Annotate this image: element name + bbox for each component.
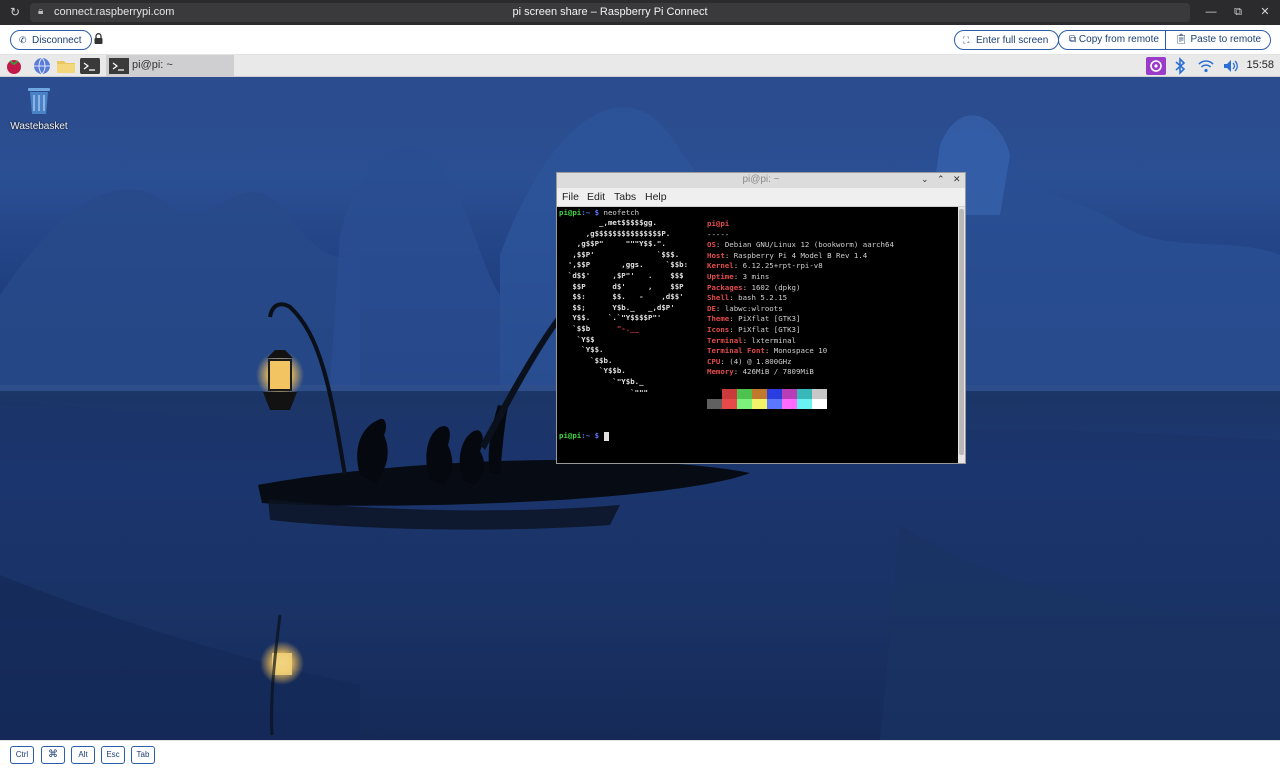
menu-edit[interactable]: Edit bbox=[587, 191, 605, 203]
taskbar: pi@pi: ~ 15:58 bbox=[0, 55, 1280, 77]
paste-to-remote-label: Paste to remote bbox=[1190, 34, 1262, 45]
wastebasket-label: Wastebasket bbox=[10, 121, 68, 132]
color-swatch bbox=[767, 399, 782, 409]
terminal-menubar: File Edit Tabs Help bbox=[557, 188, 965, 207]
terminal-window[interactable]: pi@pi: ~ ⌄ ⌃ ✕ File Edit Tabs Help pi@pi… bbox=[556, 172, 966, 464]
color-swatch bbox=[737, 389, 752, 399]
copy-from-remote-label: Copy from remote bbox=[1078, 34, 1159, 45]
system-info: pi@pi ----- OS: Debian GNU/Linux 12 (boo… bbox=[707, 219, 894, 377]
connect-tray-icon[interactable] bbox=[1146, 57, 1166, 75]
clock: 15:58 bbox=[1246, 59, 1274, 71]
trash-icon bbox=[28, 88, 50, 114]
color-swatch bbox=[722, 389, 737, 399]
secure-lock-icon bbox=[94, 33, 103, 44]
remote-desktop[interactable]: pi@pi: ~ 15:58 Wastebasket pi@pi: ~ ⌄ ⌃ … bbox=[0, 55, 1280, 740]
esc-key[interactable]: Esc bbox=[101, 746, 125, 764]
wastebasket-desktop-icon[interactable]: Wastebasket bbox=[8, 85, 70, 132]
terminal-launcher-icon[interactable] bbox=[80, 57, 100, 75]
paste-to-remote-button[interactable]: 📋︎ Paste to remote bbox=[1175, 31, 1261, 49]
terminal-close-icon[interactable]: ✕ bbox=[953, 174, 961, 185]
file-manager-icon[interactable] bbox=[56, 57, 76, 75]
command-line: pi@pi:~ $ neofetch bbox=[559, 208, 640, 217]
restore-icon[interactable]: ⧉ bbox=[1229, 4, 1247, 20]
copy-from-remote-button[interactable]: ⧉ Copy from remote bbox=[1069, 31, 1159, 49]
color-swatch bbox=[812, 399, 827, 409]
special-keys-bar: Ctrl ⌘ Alt Esc Tab bbox=[0, 740, 1280, 769]
scrollbar-thumb[interactable] bbox=[959, 209, 964, 455]
debian-logo: _,met$$$$$gg. ,g$$$$$$$$$$$$$$$P. ,g$$P"… bbox=[567, 218, 689, 397]
copy-icon: ⧉ bbox=[1069, 34, 1077, 45]
browser-titlebar: ↻ 🔒︎ connect.raspberrypi.com pi screen s… bbox=[0, 0, 1280, 25]
raspberry-menu-icon[interactable] bbox=[4, 57, 24, 75]
terminal-minimize-icon[interactable]: ⌄ bbox=[921, 174, 929, 185]
color-swatch bbox=[722, 399, 737, 409]
alt-key[interactable]: Alt bbox=[71, 746, 95, 764]
info-separator: ----- bbox=[707, 229, 730, 239]
taskbar-window-label: pi@pi: ~ bbox=[132, 59, 173, 71]
browser-icon[interactable] bbox=[32, 57, 52, 75]
disconnect-button[interactable]: ✆ Disconnect bbox=[10, 30, 93, 50]
color-swatch bbox=[707, 389, 722, 399]
menu-file[interactable]: File bbox=[562, 191, 579, 203]
minimize-icon[interactable]: — bbox=[1202, 4, 1220, 20]
menu-help[interactable]: Help bbox=[645, 191, 667, 203]
clipboard-group: ⧉ Copy from remote 📋︎ Paste to remote bbox=[1058, 30, 1271, 50]
color-swatch bbox=[782, 389, 797, 399]
color-swatch bbox=[707, 399, 722, 409]
terminal-titlebar[interactable]: pi@pi: ~ ⌄ ⌃ ✕ bbox=[557, 173, 965, 188]
menu-tabs[interactable]: Tabs bbox=[614, 191, 636, 203]
disconnect-label: Disconnect bbox=[32, 35, 82, 46]
divider bbox=[1165, 31, 1166, 49]
color-swatch bbox=[812, 389, 827, 399]
close-icon[interactable]: ✕ bbox=[1256, 4, 1274, 20]
wifi-icon[interactable] bbox=[1197, 57, 1215, 75]
color-swatch bbox=[752, 389, 767, 399]
text-cursor bbox=[603, 431, 609, 441]
phone-icon: ✆ bbox=[19, 35, 27, 45]
connect-toolbar: ✆ Disconnect ⛶ Enter full screen ⧉ Copy fr… bbox=[0, 25, 1280, 55]
tab-key[interactable]: Tab bbox=[131, 746, 155, 764]
color-swatch bbox=[752, 399, 767, 409]
color-swatch bbox=[782, 399, 797, 409]
paste-icon: 📋︎ bbox=[1175, 34, 1188, 45]
color-swatch bbox=[797, 389, 812, 399]
fullscreen-icon: ⛶ bbox=[963, 35, 970, 45]
bluetooth-icon[interactable] bbox=[1172, 57, 1188, 75]
terminal-scrollbar[interactable] bbox=[958, 207, 965, 463]
reload-icon[interactable]: ↻ bbox=[8, 5, 22, 19]
ctrl-key[interactable]: Ctrl bbox=[10, 746, 34, 764]
cmd-key[interactable]: ⌘ bbox=[41, 746, 65, 764]
page-title: pi screen share – Raspberry Pi Connect bbox=[512, 6, 708, 18]
terminal-output[interactable]: pi@pi:~ $ neofetch _,met$$$$$gg. ,g$$$$$… bbox=[557, 207, 958, 463]
terminal-title: pi@pi: ~ bbox=[742, 174, 780, 185]
color-palette bbox=[707, 389, 829, 411]
address-bar[interactable]: 🔒︎ connect.raspberrypi.com pi screen sha… bbox=[30, 3, 1190, 22]
enter-full-screen-button[interactable]: ⛶ Enter full screen bbox=[954, 30, 1060, 50]
terminal-maximize-icon[interactable]: ⌃ bbox=[937, 174, 945, 185]
color-swatch bbox=[737, 399, 752, 409]
prompt-line: pi@pi:~ $ bbox=[559, 431, 609, 442]
user-host: pi@pi bbox=[707, 219, 730, 228]
volume-icon[interactable] bbox=[1222, 57, 1240, 75]
color-swatch bbox=[797, 399, 812, 409]
terminal-icon bbox=[109, 58, 129, 74]
enter-full-screen-label: Enter full screen bbox=[976, 35, 1049, 46]
color-swatch bbox=[767, 389, 782, 399]
taskbar-window-terminal[interactable]: pi@pi: ~ bbox=[106, 55, 234, 77]
